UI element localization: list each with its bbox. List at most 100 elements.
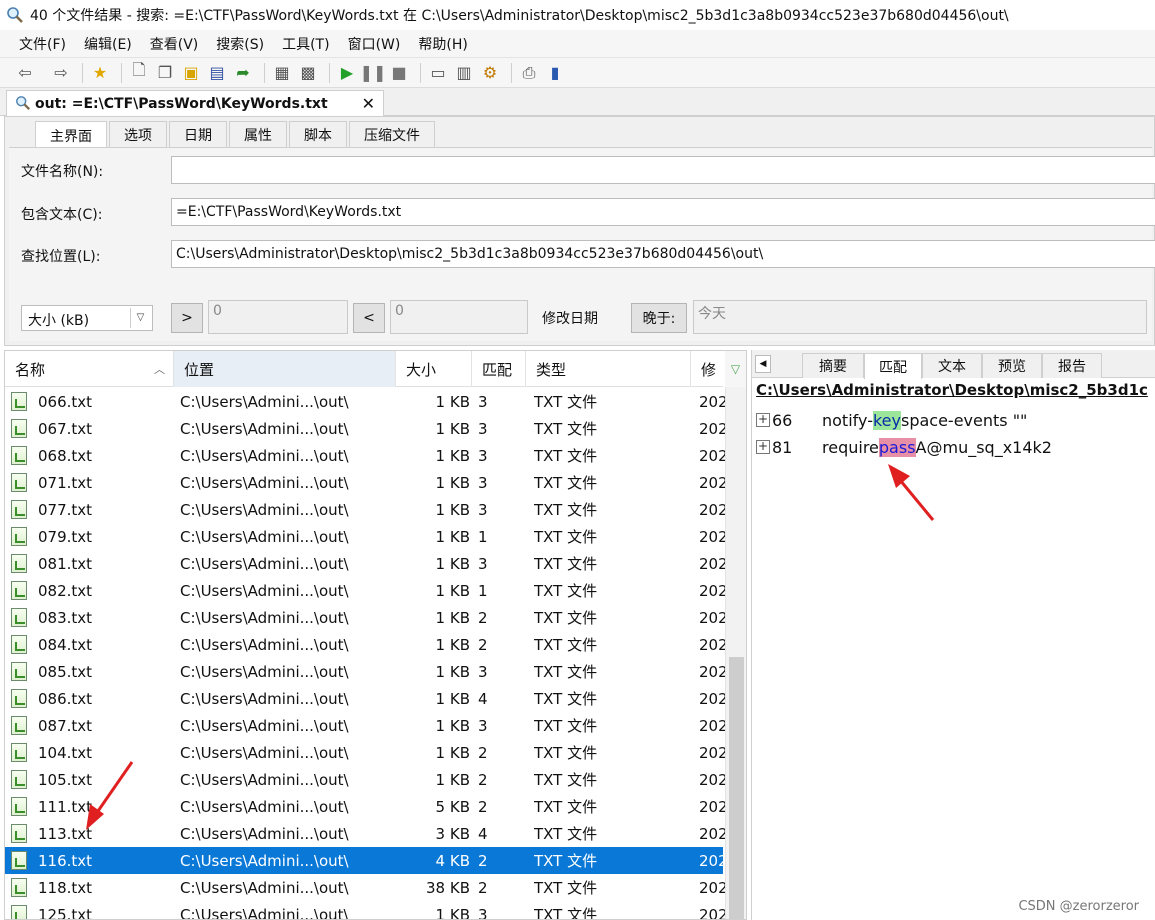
column-type[interactable]: 类型 xyxy=(526,351,691,387)
preview-file-path[interactable]: C:\Users\Administrator\Desktop\misc2_5b3… xyxy=(756,381,1155,399)
menu-file[interactable]: 文件(F) xyxy=(10,34,75,54)
column-name[interactable]: 名称 ︿ xyxy=(5,351,174,387)
date-field[interactable]: 今天 xyxy=(693,300,1147,334)
column-matches[interactable]: 匹配 xyxy=(472,351,526,387)
tab-attributes[interactable]: 属性 xyxy=(229,121,287,147)
match-line[interactable]: + 81 require pass A@mu_sq_x14k2 xyxy=(756,435,1052,459)
size-max-field[interactable]: 0 xyxy=(390,300,528,334)
file-name-cell: 085.txt xyxy=(38,662,93,681)
collapse-pane-icon[interactable]: ◀ xyxy=(755,355,771,373)
properties-icon[interactable]: ▦ xyxy=(271,62,293,84)
table-row[interactable]: 066.txt C:\Users\Admini...\out\ 1 KB 3 TXT 文… xyxy=(5,388,725,415)
save-icon[interactable]: ▤ xyxy=(206,62,228,84)
copy-document-icon[interactable]: ❐ xyxy=(154,62,176,84)
results-scrollbar[interactable] xyxy=(725,387,746,919)
document-tab-label: out: =E:\CTF\PassWord\KeyWords.txt xyxy=(35,95,328,112)
menu-help[interactable]: 帮助(H) xyxy=(409,34,476,54)
modified-cell: 202 xyxy=(699,500,725,519)
back-arrow-icon[interactable]: ⇦ xyxy=(14,62,36,84)
text-file-icon xyxy=(11,527,27,546)
table-row[interactable]: 111.txt C:\Users\Admini...\out\ 5 KB 2 TXT 文… xyxy=(5,793,725,820)
expand-icon[interactable]: + xyxy=(756,413,770,427)
match-line[interactable]: + 66 notify-key space-events "" xyxy=(756,408,1027,432)
book-icon[interactable]: ▮ xyxy=(544,62,566,84)
scrollbar-thumb[interactable] xyxy=(729,657,744,919)
tab-matches[interactable]: 匹配 xyxy=(864,353,922,379)
size-unit-select[interactable]: 大小 (kB) ▽ xyxy=(21,305,153,331)
new-document-icon[interactable]: 🗋 xyxy=(128,60,150,84)
contains-text-field[interactable]: =E:\CTF\PassWord\KeyWords.txt xyxy=(171,198,1155,226)
tab-report[interactable]: 报告 xyxy=(1042,353,1102,378)
tab-script[interactable]: 脚本 xyxy=(289,121,347,147)
table-row[interactable]: 082.txt C:\Users\Admini...\out\ 1 KB 1 TXT 文… xyxy=(5,577,725,604)
stop-icon[interactable]: ■ xyxy=(388,62,410,84)
tab-date[interactable]: 日期 xyxy=(169,121,227,147)
table-row[interactable]: 084.txt C:\Users\Admini...\out\ 1 KB 2 TXT 文… xyxy=(5,631,725,658)
toolbar-separator xyxy=(511,62,512,83)
table-row[interactable]: 087.txt C:\Users\Admini...\out\ 1 KB 3 TXT 文… xyxy=(5,712,725,739)
play-icon[interactable]: ▶ xyxy=(336,62,358,84)
export-icon[interactable]: ➦ xyxy=(232,62,254,84)
table-row[interactable]: 077.txt C:\Users\Admini...\out\ 1 KB 3 TXT 文… xyxy=(5,496,725,523)
tab-preview[interactable]: 预览 xyxy=(982,353,1042,378)
search-form: 文件名称(N): 包含文本(C): =E:\CTF\PassWord\KeyWo… xyxy=(9,147,1155,341)
table-row[interactable]: 083.txt C:\Users\Admini...\out\ 1 KB 2 TXT 文… xyxy=(5,604,725,631)
expand-icon[interactable]: + xyxy=(756,440,770,454)
preview-tab-bar: ◀ 摘要 匹配 文本 预览 报告 xyxy=(752,350,1155,379)
menu-tools[interactable]: 工具(T) xyxy=(273,34,338,54)
column-size[interactable]: 大小 xyxy=(396,351,472,387)
print-icon[interactable]: ⎙ xyxy=(518,62,540,84)
menu-edit[interactable]: 编辑(E) xyxy=(75,34,141,54)
modified-cell: 202 xyxy=(699,878,725,897)
details-icon[interactable]: ▩ xyxy=(297,62,319,84)
table-row[interactable]: 086.txt C:\Users\Admini...\out\ 1 KB 4 TXT 文… xyxy=(5,685,725,712)
later-than-button[interactable]: 晚于: xyxy=(631,303,687,333)
table-row[interactable]: 071.txt C:\Users\Admini...\out\ 1 KB 3 TXT 文… xyxy=(5,469,725,496)
tab-options[interactable]: 选项 xyxy=(109,121,167,147)
tab-summary[interactable]: 摘要 xyxy=(802,353,864,378)
table-row[interactable]: 125.txt C:\Users\Admini...\out\ 1 KB 3 TXT 文… xyxy=(5,901,725,920)
document-tab[interactable]: out: =E:\CTF\PassWord\KeyWords.txt ✕ xyxy=(6,90,384,116)
table-row[interactable]: 067.txt C:\Users\Admini...\out\ 1 KB 3 TXT 文… xyxy=(5,415,725,442)
filename-field[interactable] xyxy=(171,156,1155,184)
settings-document-icon[interactable]: ⚙ xyxy=(479,62,501,84)
table-row[interactable]: 116.txt C:\Users\Admini...\out\ 4 KB 2 TXT 文… xyxy=(5,847,725,874)
star-icon[interactable]: ★ xyxy=(89,62,111,84)
column-modified[interactable]: 修 xyxy=(691,351,725,387)
contains-text-label: 包含文本(C): xyxy=(21,207,103,223)
tab-main[interactable]: 主界面 xyxy=(35,121,107,149)
pause-icon[interactable]: ❚❚ xyxy=(360,62,387,84)
table-row[interactable]: 104.txt C:\Users\Admini...\out\ 1 KB 2 TXT 文… xyxy=(5,739,725,766)
watermark: CSDN @zerorzeror xyxy=(1018,899,1139,914)
open-folder-lock-icon[interactable]: ▣ xyxy=(180,62,202,84)
size-cell: 1 KB xyxy=(435,905,470,920)
table-icon[interactable]: ▥ xyxy=(453,62,475,84)
file-name-cell: 082.txt xyxy=(38,581,93,600)
table-row[interactable]: 081.txt C:\Users\Admini...\out\ 1 KB 3 TXT 文… xyxy=(5,550,725,577)
close-icon[interactable]: ✕ xyxy=(362,94,375,113)
less-than-button[interactable]: < xyxy=(353,303,385,333)
chevron-down-icon[interactable]: ▽ xyxy=(130,308,150,328)
table-row[interactable]: 113.txt C:\Users\Admini...\out\ 3 KB 4 TXT 文… xyxy=(5,820,725,847)
text-file-icon xyxy=(11,419,27,438)
size-cell: 1 KB xyxy=(435,716,470,735)
location-cell: C:\Users\Admini...\out\ xyxy=(180,446,349,465)
tab-archive[interactable]: 压缩文件 xyxy=(349,121,435,147)
filter-icon[interactable]: ▽ xyxy=(725,351,746,387)
matches-cell: 2 xyxy=(478,770,488,789)
column-location[interactable]: 位置 xyxy=(174,351,396,387)
size-min-field[interactable]: 0 xyxy=(208,300,348,334)
tab-text[interactable]: 文本 xyxy=(922,353,982,378)
menu-view[interactable]: 查看(V) xyxy=(141,34,208,54)
location-field[interactable]: C:\Users\Administrator\Desktop\misc2_5b3… xyxy=(171,240,1155,268)
menu-window[interactable]: 窗口(W) xyxy=(339,34,410,54)
window-icon[interactable]: ▭ xyxy=(427,62,449,84)
forward-arrow-icon[interactable]: ⇨ xyxy=(50,62,72,84)
menu-search[interactable]: 搜索(S) xyxy=(207,34,273,54)
table-row[interactable]: 068.txt C:\Users\Admini...\out\ 1 KB 3 TXT 文… xyxy=(5,442,725,469)
table-row[interactable]: 079.txt C:\Users\Admini...\out\ 1 KB 1 TXT 文… xyxy=(5,523,725,550)
greater-than-button[interactable]: > xyxy=(171,303,203,333)
table-row[interactable]: 085.txt C:\Users\Admini...\out\ 1 KB 3 TXT 文… xyxy=(5,658,725,685)
table-row[interactable]: 118.txt C:\Users\Admini...\out\ 38 KB 2 TXT … xyxy=(5,874,725,901)
table-row[interactable]: 105.txt C:\Users\Admini...\out\ 1 KB 2 TXT 文… xyxy=(5,766,725,793)
